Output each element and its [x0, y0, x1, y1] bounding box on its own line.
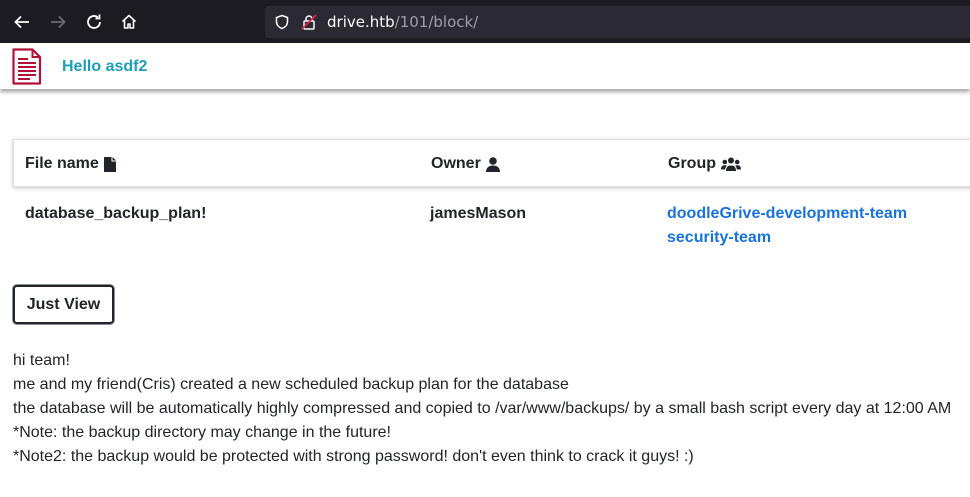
- file-icon: [103, 156, 116, 172]
- document-logo-icon[interactable]: [12, 48, 42, 90]
- just-view-button[interactable]: Just View: [13, 285, 114, 324]
- message-line: *Note: the backup directory may change i…: [13, 424, 391, 441]
- message-line: hi team!: [13, 352, 70, 369]
- message-line: me and my friend(Cris) created a new sch…: [13, 376, 569, 393]
- column-label: Group: [668, 155, 716, 172]
- message-line: *Note2: the backup would be protected wi…: [13, 448, 694, 465]
- greeting[interactable]: Hello asdf2: [62, 58, 147, 76]
- address-bar[interactable]: drive.htb/101/block/: [265, 6, 970, 38]
- file-content: hi team! me and my friend(Cris) created …: [13, 349, 963, 469]
- column-label: File name: [25, 155, 99, 172]
- cell-file-name[interactable]: database_backup_plan!: [25, 205, 206, 223]
- url-path: /101/block/: [394, 13, 479, 31]
- forward-arrow-icon[interactable]: [47, 11, 69, 33]
- shield-icon[interactable]: [274, 14, 290, 30]
- browser-toolbar: drive.htb/101/block/: [0, 0, 970, 43]
- back-arrow-icon[interactable]: [11, 11, 33, 33]
- column-label: Owner: [431, 155, 481, 172]
- group-link-security[interactable]: security-team: [667, 229, 771, 247]
- home-icon[interactable]: [118, 11, 140, 33]
- message-line: the database will be automatically highl…: [13, 400, 952, 417]
- url-text[interactable]: drive.htb/101/block/: [327, 13, 478, 31]
- reload-icon[interactable]: [83, 11, 105, 33]
- column-header-group: Group: [668, 155, 741, 173]
- app-header: Hello asdf2: [0, 43, 970, 89]
- insecure-lock-icon[interactable]: [301, 14, 317, 30]
- user-icon: [485, 156, 500, 172]
- column-header-owner: Owner: [431, 155, 500, 173]
- group-link-development[interactable]: doodleGrive-development-team: [667, 205, 907, 223]
- table-header: File name Owner Group: [13, 139, 970, 187]
- url-host: drive.htb: [327, 13, 395, 31]
- column-header-file-name: File name: [25, 155, 116, 173]
- cell-owner: jamesMason: [430, 205, 527, 222]
- users-icon: [721, 157, 741, 171]
